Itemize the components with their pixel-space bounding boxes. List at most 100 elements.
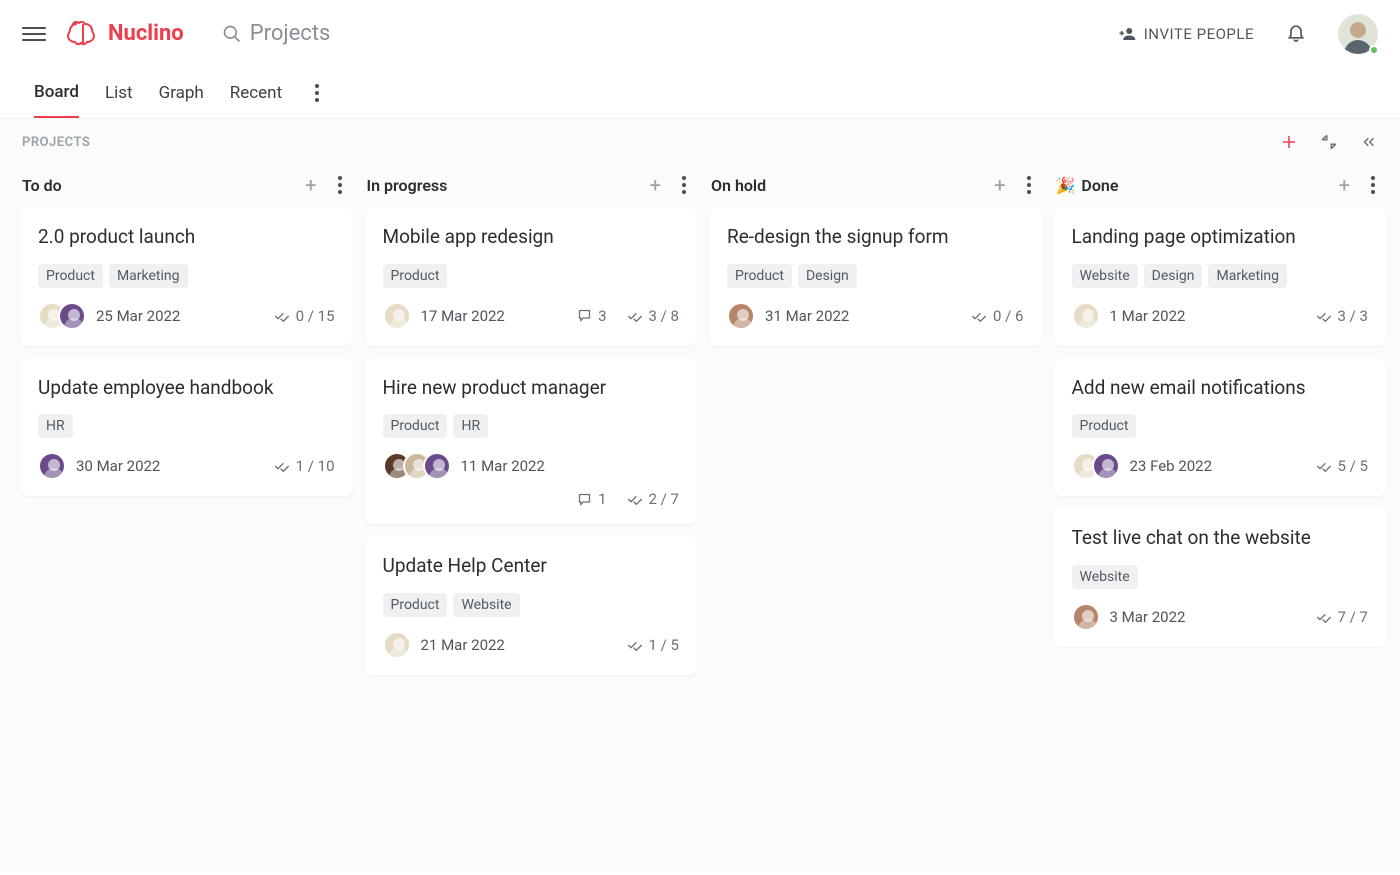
checklist-progress: 3 / 8 (627, 307, 680, 325)
card-tags: ProductHR (383, 414, 680, 438)
assignee-avatar (58, 302, 86, 330)
tag: Marketing (1208, 264, 1287, 288)
assignees (1072, 603, 1100, 631)
checklist-progress: 5 / 5 (1316, 457, 1369, 475)
card-footer: 11 Mar 2022 (383, 452, 680, 480)
board-column: In progress + Mobile app redesign Produc… (365, 167, 698, 851)
assignee-avatar (383, 302, 411, 330)
search-placeholder: Projects (250, 21, 331, 46)
assignee-avatar (383, 631, 411, 659)
assignee-avatar (423, 452, 451, 480)
column-header: In progress + (365, 167, 698, 207)
search[interactable]: Projects (222, 21, 331, 46)
tab-recent[interactable]: Recent (230, 69, 282, 117)
tag: Product (727, 264, 792, 288)
logo[interactable]: Nuclino (66, 20, 184, 48)
card-date: 1 Mar 2022 (1110, 307, 1186, 325)
tag: HR (38, 414, 73, 438)
column-more-button[interactable] (675, 176, 693, 194)
comments-count: 3 (577, 307, 606, 325)
collapse-columns-button[interactable] (1320, 133, 1338, 151)
logo-text: Nuclino (108, 21, 184, 46)
card-title: Landing page optimization (1072, 225, 1369, 250)
assignees (383, 452, 451, 480)
checklist-progress: 0 / 15 (274, 307, 335, 325)
card-tags: Website (1072, 565, 1369, 589)
plus-icon (1280, 133, 1298, 151)
card-date: 17 Mar 2022 (421, 307, 505, 325)
card-title: Re-design the signup form (727, 225, 1024, 250)
column-header: 🎉Done + (1054, 167, 1387, 207)
checklist-progress: 7 / 7 (1316, 608, 1369, 626)
column-title: To do (22, 176, 62, 195)
card-footer: 30 Mar 2022 1 / 10 (38, 452, 335, 480)
card-title: Update employee handbook (38, 376, 335, 401)
minimize-icon (1320, 133, 1338, 151)
assignee-avatar (1072, 603, 1100, 631)
notifications-button[interactable] (1286, 21, 1306, 47)
board-subheader: PROJECTS (0, 119, 1400, 161)
comments-count: 1 (577, 490, 606, 508)
collapse-panel-button[interactable] (1360, 133, 1378, 151)
tag: Website (1072, 565, 1138, 589)
view-tabs: Board List Graph Recent (0, 67, 1400, 119)
tag: Product (383, 593, 448, 617)
column-more-button[interactable] (331, 176, 349, 194)
add-card-button[interactable]: + (650, 175, 661, 195)
column-header: To do + (20, 167, 353, 207)
card-tags: ProductWebsite (383, 593, 680, 617)
assignee-avatar (1072, 302, 1100, 330)
column-emoji: 🎉 (1056, 176, 1076, 195)
tag: Design (798, 264, 857, 288)
tabs-more-button[interactable] (308, 84, 326, 102)
card[interactable]: 2.0 product launch ProductMarketing 25 M… (20, 207, 353, 346)
card[interactable]: Add new email notifications Product 23 F… (1054, 358, 1387, 497)
checklist-progress: 1 / 10 (274, 457, 335, 475)
card-title: 2.0 product launch (38, 225, 335, 250)
card-tags: ProductDesign (727, 264, 1024, 288)
invite-people-button[interactable]: INVITE PEOPLE (1118, 25, 1254, 43)
card[interactable]: Update employee handbook HR 30 Mar 2022 … (20, 358, 353, 497)
card-footer: 21 Mar 2022 1 / 5 (383, 631, 680, 659)
column-more-button[interactable] (1364, 176, 1382, 194)
tag: Website (1072, 264, 1138, 288)
tab-graph[interactable]: Graph (159, 69, 204, 117)
card-title: Test live chat on the website (1072, 526, 1369, 551)
checklist-progress: 2 / 7 (627, 490, 680, 508)
bell-icon (1286, 21, 1306, 43)
tab-board[interactable]: Board (34, 68, 79, 118)
column-more-button[interactable] (1020, 176, 1038, 194)
user-menu[interactable] (1338, 14, 1378, 54)
checklist-progress: 1 / 5 (627, 636, 680, 654)
card[interactable]: Re-design the signup form ProductDesign … (709, 207, 1042, 346)
topbar: Nuclino Projects INVITE PEOPLE (0, 0, 1400, 67)
card-title: Update Help Center (383, 554, 680, 579)
add-card-button[interactable]: + (1339, 175, 1350, 195)
card-date: 21 Mar 2022 (421, 636, 505, 654)
tab-list[interactable]: List (105, 69, 133, 117)
assignees (1072, 452, 1120, 480)
assignees (383, 631, 411, 659)
card-footer: 25 Mar 2022 0 / 15 (38, 302, 335, 330)
card[interactable]: Hire new product manager ProductHR 11 Ma… (365, 358, 698, 525)
board-title: PROJECTS (22, 135, 90, 150)
board-column: To do + 2.0 product launch ProductMarket… (20, 167, 353, 851)
tag: HR (453, 414, 488, 438)
card[interactable]: Test live chat on the website Website 3 … (1054, 508, 1387, 647)
card-date: 3 Mar 2022 (1110, 608, 1186, 626)
add-column-button[interactable] (1280, 133, 1298, 151)
card-tags: WebsiteDesignMarketing (1072, 264, 1369, 288)
add-card-button[interactable]: + (305, 175, 316, 195)
card[interactable]: Mobile app redesign Product 17 Mar 2022 … (365, 207, 698, 346)
card[interactable]: Landing page optimization WebsiteDesignM… (1054, 207, 1387, 346)
card-tags: Product (1072, 414, 1369, 438)
card-footer: 17 Mar 2022 3 3 / 8 (383, 302, 680, 330)
tag: Design (1144, 264, 1203, 288)
card-footer: 3 Mar 2022 7 / 7 (1072, 603, 1369, 631)
chevrons-left-icon (1360, 133, 1378, 151)
hamburger-menu-icon[interactable] (22, 22, 46, 46)
card[interactable]: Update Help Center ProductWebsite 21 Mar… (365, 536, 698, 675)
add-card-button[interactable]: + (994, 175, 1005, 195)
card-footer-row2: 1 2 / 7 (383, 490, 680, 508)
card-tags: ProductMarketing (38, 264, 335, 288)
